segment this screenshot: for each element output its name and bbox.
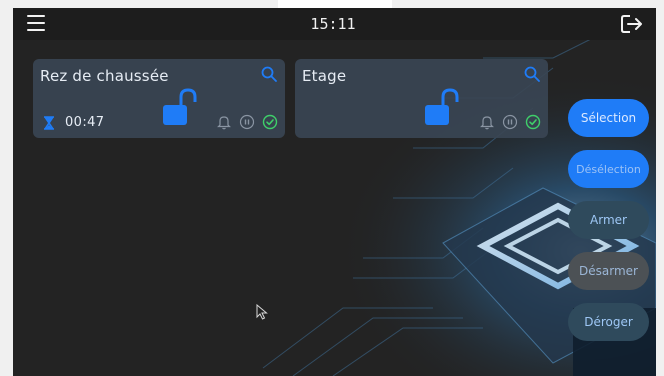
clock-time: 15:11: [310, 15, 356, 33]
search-icon[interactable]: [261, 66, 277, 82]
hourglass-icon: [44, 115, 54, 130]
pause-icon: [239, 114, 255, 130]
top-bar: 15:11: [13, 8, 656, 40]
timer: 00:47: [43, 115, 104, 130]
check-circle-icon: [262, 114, 278, 130]
window-top-strip: [278, 0, 392, 8]
unlock-icon[interactable]: [423, 87, 459, 127]
bell-icon: [480, 116, 494, 130]
timer-value: 00:47: [65, 115, 105, 130]
app-screen: 15:11 Rez de chaussée 00:47 Etage Sélect…: [13, 8, 656, 376]
pause-icon: [502, 114, 518, 130]
selection-button[interactable]: Sélection: [568, 99, 649, 137]
unlock-icon[interactable]: [161, 87, 197, 127]
zone-name: Rez de chaussée: [40, 67, 169, 85]
zone-status-icons: [472, 114, 541, 130]
zone-card-rez-de-chaussee[interactable]: Rez de chaussée 00:47: [33, 59, 285, 138]
zone-name: Etage: [302, 67, 347, 85]
zone-card-etage[interactable]: Etage: [295, 59, 548, 138]
deselection-button[interactable]: Désélection: [568, 150, 649, 188]
override-button[interactable]: Déroger: [568, 303, 649, 341]
check-circle-icon: [525, 114, 541, 130]
hamburger-menu-icon[interactable]: [27, 15, 45, 31]
search-icon[interactable]: [524, 66, 540, 82]
arm-button[interactable]: Armer: [568, 201, 649, 239]
bell-icon: [217, 116, 231, 130]
logout-icon[interactable]: [620, 13, 644, 35]
mouse-cursor-icon: [256, 304, 268, 320]
disarm-button[interactable]: Désarmer: [568, 252, 649, 290]
zone-status-icons: [209, 114, 278, 130]
